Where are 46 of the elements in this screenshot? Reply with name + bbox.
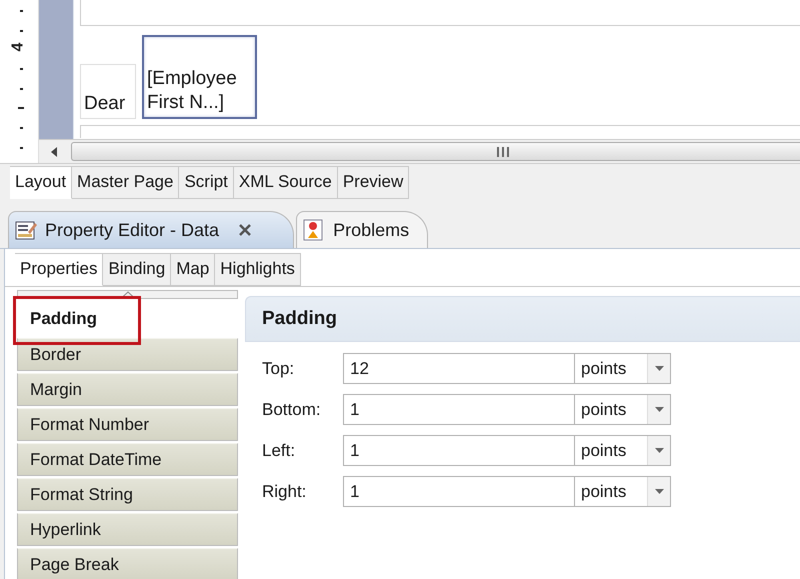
category-item[interactable]: Page Break	[17, 548, 238, 579]
tab[interactable]: Map	[171, 253, 216, 286]
category-item[interactable]: Border	[17, 338, 238, 371]
unit-dropdown[interactable]: points	[575, 435, 671, 466]
category-item[interactable]: Format DateTime	[17, 443, 238, 476]
up-arrow-icon	[120, 291, 134, 298]
caret-icon	[654, 489, 664, 494]
view-tab[interactable]: Property Editor - Data	[8, 211, 294, 248]
field-label: Right:	[262, 482, 308, 502]
unit-dropdown[interactable]: points	[575, 394, 671, 425]
tab[interactable]: Layout	[10, 166, 72, 199]
input-field[interactable]: 12	[343, 353, 575, 384]
horizontal-scrollbar[interactable]	[39, 139, 800, 163]
close-icon[interactable]	[239, 224, 252, 236]
left-arrow-icon[interactable]	[50, 146, 58, 156]
caret-icon	[654, 448, 664, 453]
unit-dropdown[interactable]: points	[575, 476, 671, 507]
tab[interactable]: XML Source	[234, 166, 338, 199]
caret-icon	[654, 407, 664, 412]
input-field[interactable]: 1	[343, 476, 575, 507]
field-label: Left:	[262, 440, 296, 460]
selected-text-cell[interactable]: [Employee First N...]	[142, 35, 257, 119]
ruler-label: 4	[9, 42, 28, 52]
tab[interactable]: Script	[179, 166, 234, 199]
unit-dropdown[interactable]: points	[575, 353, 671, 384]
field-label: Bottom:	[262, 400, 322, 420]
category-item[interactable]: Hyperlink	[17, 513, 238, 546]
tab[interactable]: Properties	[15, 253, 104, 286]
text-cell[interactable]: Dear	[80, 64, 136, 119]
category-item[interactable]: Format String	[17, 478, 238, 511]
field-label: Top:	[262, 358, 296, 378]
input-field[interactable]: 1	[343, 435, 575, 466]
category-item[interactable]: Format Number	[17, 408, 238, 441]
tab[interactable]: Highlights	[215, 253, 301, 286]
input-field[interactable]: 1	[343, 394, 575, 425]
tab[interactable]: Preview	[338, 166, 410, 199]
tab[interactable]: Binding	[103, 253, 172, 286]
caret-icon	[654, 366, 664, 371]
editor-icon	[15, 220, 37, 240]
view-tab[interactable]: Problems	[296, 211, 428, 248]
problems-icon	[303, 219, 326, 241]
scrollbar-thumb[interactable]	[71, 142, 800, 161]
section-header: Padding	[245, 296, 800, 342]
grip-icon	[497, 146, 510, 156]
tab[interactable]: Master Page	[72, 166, 180, 199]
category-item[interactable]: Margin	[17, 373, 238, 406]
